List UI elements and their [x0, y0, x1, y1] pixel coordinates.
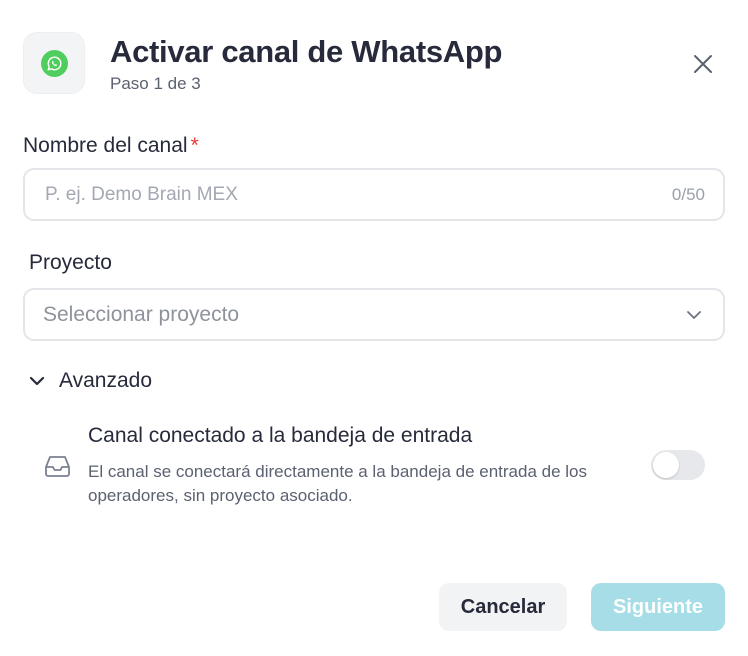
whatsapp-icon — [40, 49, 68, 77]
dialog-title: Activar canal de WhatsApp — [110, 34, 503, 69]
inbox-connection-toggle[interactable] — [651, 450, 705, 480]
dialog-header: Activar canal de WhatsApp Paso 1 de 3 — [23, 32, 725, 96]
advanced-section-toggle[interactable]: Avanzado — [27, 367, 152, 395]
channel-name-field[interactable]: 0/50 — [23, 168, 725, 221]
channel-name-label: Nombre del canal * — [23, 134, 199, 158]
advanced-label: Avanzado — [59, 369, 153, 392]
inbox-icon — [45, 456, 70, 477]
chevron-down-icon — [687, 311, 701, 319]
step-indicator: Paso 1 de 3 — [110, 74, 201, 93]
chevron-down-icon — [29, 376, 45, 386]
channel-name-input[interactable] — [45, 170, 625, 219]
required-asterisk: * — [190, 134, 199, 157]
close-button[interactable] — [689, 50, 717, 78]
inbox-option-title: Canal conectado a la bandeja de entrada — [88, 424, 473, 447]
character-counter: 0/50 — [671, 185, 705, 204]
project-label: Proyecto — [29, 251, 112, 274]
cancel-button[interactable]: Cancelar — [439, 583, 567, 631]
project-select[interactable]: Seleccionar proyecto — [23, 288, 725, 341]
project-select-placeholder: Seleccionar proyecto — [43, 303, 240, 326]
inbox-option-description: El canal se conectará directamente a la … — [88, 462, 587, 505]
next-button[interactable]: Siguiente — [591, 583, 725, 631]
close-icon — [694, 55, 712, 73]
channel-app-icon — [23, 32, 85, 94]
toggle-knob — [653, 452, 679, 478]
channel-name-label-text: Nombre del canal — [23, 134, 188, 157]
